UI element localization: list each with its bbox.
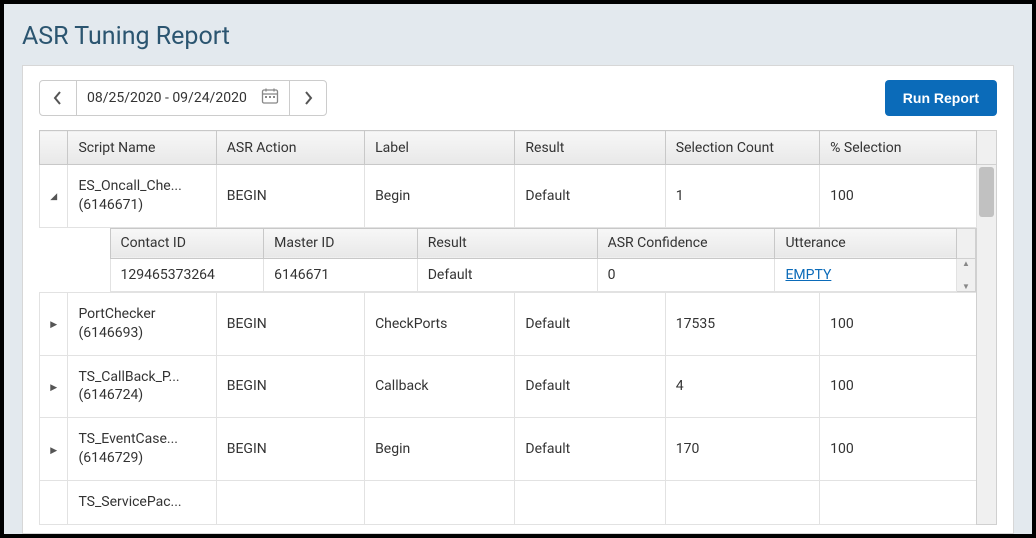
cell-script-name: PortChecker (6146693) (68, 292, 216, 355)
cell-selection-count (665, 481, 819, 525)
cell-result: Default (515, 165, 665, 228)
main-table: Script Name ASR Action Label Result Sele… (39, 130, 997, 525)
scroll-up-icon: ▲ (957, 259, 974, 268)
cell-percent-selection (820, 481, 976, 525)
expand-toggle[interactable] (40, 292, 68, 355)
cell-script-name: ES_Oncall_Che... (6146671) (68, 165, 216, 228)
cell-selection-count: 4 (665, 355, 819, 418)
report-panel: 08/25/2020 - 09/24/2020 Run Report S (22, 65, 1014, 534)
caret-right-icon (50, 317, 57, 330)
ncell-contact-id: 129465373264 (110, 258, 264, 291)
cell-selection-count: 17535 (665, 292, 819, 355)
nested-header-row: Contact ID Master ID Result ASR Confiden… (110, 228, 975, 258)
ncell-utterance: EMPTY (775, 258, 957, 291)
nested-table: Contact ID Master ID Result ASR Confiden… (110, 228, 976, 292)
date-prev-button[interactable] (39, 80, 77, 116)
chevron-right-icon (303, 91, 313, 105)
cell-percent-selection: 100 (820, 292, 976, 355)
nested-row: Contact ID Master ID Result ASR Confiden… (40, 227, 997, 292)
cell-asr-action: BEGIN (216, 165, 364, 228)
expand-toggle[interactable] (40, 481, 68, 525)
expand-toggle[interactable] (40, 418, 68, 481)
table-row: TS_CallBack_P... (6146724) BEGIN Callbac… (40, 355, 997, 418)
cell-percent-selection: 100 (820, 165, 976, 228)
caret-down-icon (50, 189, 57, 202)
ncol-contact-id[interactable]: Contact ID (110, 228, 264, 258)
cell-label: CheckPorts (365, 292, 515, 355)
cell-label (365, 481, 515, 525)
scrollbar-thumb[interactable] (979, 167, 994, 217)
col-script-name[interactable]: Script Name (68, 131, 216, 165)
cell-result: Default (515, 418, 665, 481)
table-row: ES_Oncall_Che... (6146671) BEGIN Begin D… (40, 165, 997, 228)
ncol-utterance[interactable]: Utterance (775, 228, 957, 258)
cell-script-name: TS_EventCase... (6146729) (68, 418, 216, 481)
cell-script-name: TS_CallBack_P... (6146724) (68, 355, 216, 418)
ncell-asr-confidence: 0 (597, 258, 775, 291)
date-range-value: 08/25/2020 - 09/24/2020 (87, 90, 247, 106)
col-expand (40, 131, 68, 165)
ncol-asr-confidence[interactable]: ASR Confidence (597, 228, 775, 258)
cell-result: Default (515, 355, 665, 418)
cell-asr-action: BEGIN (216, 418, 364, 481)
cell-asr-action: BEGIN (216, 292, 364, 355)
cell-script-name: TS_ServicePac... (68, 481, 216, 525)
run-report-button[interactable]: Run Report (885, 80, 997, 116)
chevron-left-icon (53, 91, 63, 105)
col-asr-action[interactable]: ASR Action (216, 131, 364, 165)
cell-result (515, 481, 665, 525)
ncol-master-id[interactable]: Master ID (264, 228, 418, 258)
table-row: TS_ServicePac... (40, 481, 997, 525)
cell-label: Begin (365, 165, 515, 228)
ncol-result[interactable]: Result (417, 228, 597, 258)
cell-percent-selection: 100 (820, 355, 976, 418)
report-grid: Script Name ASR Action Label Result Sele… (39, 130, 997, 533)
cell-result: Default (515, 292, 665, 355)
col-result[interactable]: Result (515, 131, 665, 165)
calendar-icon (261, 87, 279, 109)
scrollbar-track[interactable] (976, 165, 996, 525)
expand-toggle[interactable] (40, 165, 68, 228)
toolbar: 08/25/2020 - 09/24/2020 Run Report (23, 66, 1013, 130)
table-row: PortChecker (6146693) BEGIN CheckPorts D… (40, 292, 997, 355)
ncol-scrollbar (957, 228, 975, 258)
cell-asr-action: BEGIN (216, 355, 364, 418)
page-title: ASR Tuning Report (4, 4, 1032, 65)
col-selection-count[interactable]: Selection Count (665, 131, 819, 165)
cell-asr-action (216, 481, 364, 525)
cell-percent-selection: 100 (820, 418, 976, 481)
table-row: TS_EventCase... (6146729) BEGIN Begin De… (40, 418, 997, 481)
expand-toggle[interactable] (40, 355, 68, 418)
cell-label: Begin (365, 418, 515, 481)
ncell-master-id: 6146671 (264, 258, 418, 291)
date-range-input[interactable]: 08/25/2020 - 09/24/2020 (77, 80, 289, 116)
nested-data-row: 129465373264 6146671 Default 0 EMPTY ▲ ▼ (110, 258, 975, 291)
caret-right-icon (50, 443, 57, 456)
cell-selection-count: 1 (665, 165, 819, 228)
col-percent-selection[interactable]: % Selection (820, 131, 976, 165)
scroll-down-icon: ▼ (957, 282, 974, 291)
caret-right-icon (50, 380, 57, 393)
app-root: ASR Tuning Report 08/25/2020 - 09/24/202… (4, 4, 1032, 534)
col-scrollbar (976, 131, 996, 165)
ncell-result: Default (417, 258, 597, 291)
date-next-button[interactable] (289, 80, 327, 116)
col-label[interactable]: Label (365, 131, 515, 165)
cell-label: Callback (365, 355, 515, 418)
utterance-link[interactable]: EMPTY (785, 267, 831, 283)
cell-selection-count: 170 (665, 418, 819, 481)
nested-scrollbar[interactable]: ▲ ▼ (957, 258, 975, 291)
table-header-row: Script Name ASR Action Label Result Sele… (40, 131, 997, 165)
